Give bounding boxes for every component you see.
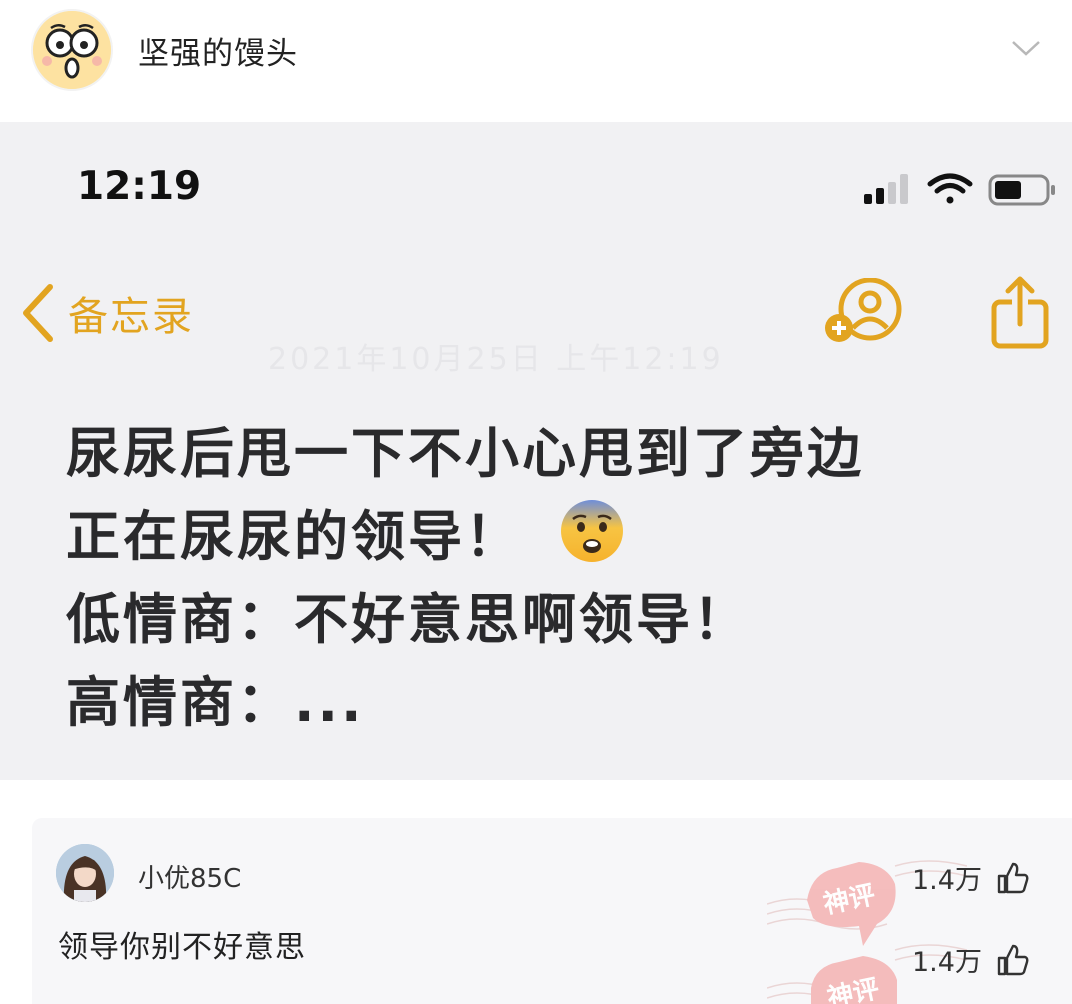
comment-section: 小优85C 神评 神评 1.4万 领导你别不好意思 1.4万 xyxy=(32,818,1072,1004)
note-line: 高情商：... xyxy=(66,671,365,734)
signal-icon xyxy=(864,174,908,204)
thumbs-up-icon[interactable] xyxy=(996,943,1030,977)
commenter-photo-icon xyxy=(56,844,114,902)
author-avatar[interactable] xyxy=(31,9,113,91)
note-line: 正在尿尿的领导！ xyxy=(66,505,522,568)
battery-icon xyxy=(988,174,1055,206)
note-body: 尿尿后甩一下不小心甩到了旁边 正在尿尿的领导！ 低情商：不好意思啊领导！ 高情商… xyxy=(66,412,1046,744)
back-label: 备忘录 xyxy=(68,294,194,340)
thumbs-up-icon[interactable] xyxy=(996,861,1030,895)
reply-like[interactable]: 1.4万 xyxy=(912,940,1030,979)
chevron-down-icon[interactable] xyxy=(1010,36,1042,60)
add-person-share-icon[interactable] xyxy=(822,278,906,348)
status-time: 12:19 xyxy=(77,164,202,209)
notes-back-button[interactable]: 备忘录 xyxy=(18,277,194,349)
note-line-with-emoji: 正在尿尿的领导！ xyxy=(66,495,1046,578)
back-chevron-icon xyxy=(23,284,53,342)
share-icon[interactable] xyxy=(988,276,1052,350)
commenter-avatar[interactable] xyxy=(56,844,114,902)
notes-screenshot: 12:19 备忘录 2021年10月25日 上午12:19 尿尿后甩一下不小心甩… xyxy=(0,122,1072,780)
status-bar-icons xyxy=(864,173,1055,206)
note-line: 低情商：不好意思啊领导！ xyxy=(66,588,750,651)
comment-like[interactable]: 1.4万 xyxy=(912,858,1030,897)
like-count: 1.4万 xyxy=(912,947,982,978)
surprised-face-icon xyxy=(33,11,111,89)
note-line: 尿尿后甩一下不小心甩到了旁边 xyxy=(66,422,864,485)
fearful-face-emoji-icon xyxy=(561,500,623,562)
note-date: 2021年10月25日 上午12:19 xyxy=(268,342,724,377)
wifi-icon xyxy=(927,173,973,204)
like-count: 1.4万 xyxy=(912,865,982,896)
comment-text: 领导你别不好意思 xyxy=(58,930,306,965)
commenter-name[interactable]: 小优85C xyxy=(138,858,241,895)
author-name[interactable]: 坚强的馒头 xyxy=(138,28,298,73)
post-header: 坚强的馒头 xyxy=(0,0,1072,122)
